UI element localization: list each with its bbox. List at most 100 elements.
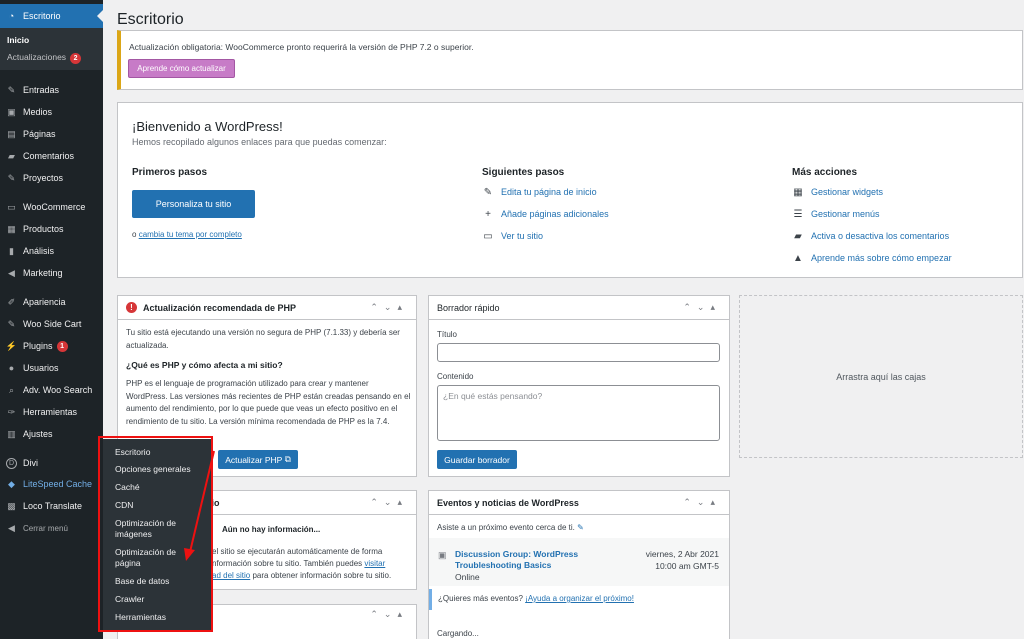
comments-off-icon: ▰: [794, 230, 802, 242]
draft-title-input[interactable]: [437, 343, 720, 362]
sidebar-item-escritorio[interactable]: ◔ Escritorio: [0, 4, 103, 28]
flyout-item-optimizacion-pagina[interactable]: Optimización de página: [115, 547, 185, 569]
visit-link[interactable]: visitar: [364, 559, 385, 568]
events-title: Eventos y noticias de WordPress: [437, 497, 579, 508]
sidebar-item-ajustes[interactable]: ▥ Ajustes: [0, 424, 103, 444]
link-label: Gestionar widgets: [811, 187, 884, 197]
sidebar-item-woocommerce[interactable]: ▭ WooCommerce: [0, 197, 103, 217]
sidebar-item-entradas[interactable]: ✎ Entradas: [0, 80, 103, 100]
flyout-item-opciones-generales[interactable]: Opciones generales: [115, 464, 207, 475]
diamond-icon: ◆: [8, 478, 15, 489]
sidebar-item-adv-woo-search[interactable]: ⌕ Adv. Woo Search: [0, 380, 103, 400]
welcome-title: ¡Bienvenido a WordPress!: [132, 119, 283, 134]
manage-menus-link[interactable]: ☰ Gestionar menús: [792, 208, 880, 220]
quick-draft-box: Borrador rápido ⌃⌄▴ Título Contenido ¿En…: [428, 295, 730, 477]
learn-update-button[interactable]: Aprende cómo actualizar: [128, 59, 235, 78]
sidebar-item-analisis[interactable]: ▮ Análisis: [0, 241, 103, 261]
health-text-2-span: nformación sobre tu sitio. También puede…: [212, 559, 363, 568]
edit-front-page-link[interactable]: ✎ Edita tu página de inicio: [482, 186, 597, 198]
settings-icon: ▥: [7, 428, 16, 439]
sidebar-item-plugins[interactable]: ⚡ Plugins 1: [0, 336, 103, 356]
sidebar-item-label: Woo Side Cart: [23, 319, 82, 329]
submenu-inicio[interactable]: Inicio: [7, 35, 29, 45]
comments-icon: ▰: [8, 150, 15, 161]
edit-icon: ✎: [483, 186, 493, 198]
update-php-button[interactable]: Actualizar PHP ⧉: [218, 450, 298, 469]
sidebar-item-productos[interactable]: ▦ Productos: [0, 219, 103, 239]
chart-icon: ▮: [9, 245, 14, 256]
flyout-item-base-de-datos[interactable]: Base de datos: [115, 576, 207, 587]
divi-icon: D: [6, 457, 17, 469]
translate-icon: ▩: [7, 500, 16, 511]
box-controls[interactable]: ⌃⌄▴: [370, 609, 408, 620]
brush-icon: ✐: [7, 296, 16, 307]
sidebar-item-herramientas[interactable]: ✑ Herramientas: [0, 402, 103, 422]
box-controls[interactable]: ⌃⌄▴: [370, 497, 408, 508]
change-theme-link[interactable]: cambia tu tema por completo: [139, 230, 242, 239]
flyout-item-escritorio[interactable]: Escritorio: [115, 447, 207, 458]
pin-icon: ✎: [7, 172, 16, 183]
admin-sidebar: ◔ Escritorio Inicio Actualizaciones 2 ✎ En…: [0, 0, 103, 639]
sidebar-item-label: Adv. Woo Search: [23, 385, 93, 395]
no-info-text: Aún no hay información...: [222, 525, 321, 534]
event-title-link[interactable]: Discussion Group: WordPress Troubleshoot…: [455, 549, 585, 571]
pencil-icon[interactable]: ✎: [577, 523, 584, 532]
sidebar-item-label: Divi: [23, 458, 38, 468]
add-pages-link[interactable]: + Añade páginas adicionales: [482, 208, 609, 220]
external-link-icon: ⧉: [284, 454, 291, 464]
widgets-icon: ▦: [793, 186, 803, 198]
sidebar-item-litespeed-cache[interactable]: ◆ LiteSpeed Cache: [0, 474, 103, 494]
plugins-count-badge: 1: [56, 340, 68, 352]
media-icon: ▣: [7, 106, 16, 117]
submenu-actualizaciones[interactable]: Actualizaciones 2: [7, 52, 82, 64]
flyout-item-cdn[interactable]: CDN: [115, 500, 207, 511]
sidebar-item-label: Productos: [23, 224, 64, 234]
event-date: viernes, 2 Abr 2021: [645, 549, 719, 559]
drop-zone[interactable]: Arrastra aquí las cajas: [739, 295, 1023, 458]
php-explanation: PHP es el lenguaje de programación utili…: [126, 379, 411, 426]
flyout-item-cache[interactable]: Caché: [115, 482, 207, 493]
pin-icon: ✎: [7, 84, 16, 95]
flyout-item-herramientas[interactable]: Herramientas: [115, 612, 207, 623]
site-health-link[interactable]: ad del sitio: [212, 571, 250, 580]
flyout-item-optimizacion-imagenes[interactable]: Optimización de imágenes: [115, 518, 185, 540]
draft-content-textarea[interactable]: ¿En qué estás pensando?: [437, 385, 720, 441]
php-question: ¿Qué es PHP y cómo afecta a mi sitio?: [126, 360, 283, 370]
products-icon: ▦: [7, 223, 16, 234]
link-label: Gestionar menús: [811, 209, 880, 219]
sidebar-item-apariencia[interactable]: ✐ Apariencia: [0, 292, 103, 312]
sidebar-item-woo-side-cart[interactable]: ✎ Woo Side Cart: [0, 314, 103, 334]
toggle-comments-link[interactable]: ▰ Activa o desactiva los comentarios: [792, 230, 949, 242]
sidebar-item-label: Medios: [23, 107, 53, 117]
notice-text: Actualización obligatoria: WooCommerce p…: [129, 42, 474, 52]
sidebar-item-medios[interactable]: ▣ Medios: [0, 102, 103, 122]
wrench-icon: ✑: [7, 406, 16, 417]
manage-widgets-link[interactable]: ▦ Gestionar widgets: [792, 186, 883, 198]
box-controls[interactable]: ⌃⌄▴: [370, 302, 408, 313]
sidebar-item-paginas[interactable]: ▤ Páginas: [0, 124, 103, 144]
sidebar-item-loco-translate[interactable]: ▩ Loco Translate: [0, 496, 103, 516]
sidebar-item-divi[interactable]: D Divi: [0, 453, 103, 473]
collapse-menu-button[interactable]: ◀ Cerrar menú: [0, 518, 103, 538]
save-draft-button[interactable]: Guardar borrador: [437, 450, 517, 469]
sidebar-item-comentarios[interactable]: ▰ Comentarios: [0, 146, 103, 166]
learn-more-link[interactable]: ▲ Aprende más sobre cómo empezar: [792, 252, 952, 264]
sidebar-item-proyectos[interactable]: ✎ Proyectos: [0, 168, 103, 188]
box-controls[interactable]: ⌃⌄▴: [683, 302, 721, 313]
flyout-item-crawler[interactable]: Crawler: [115, 594, 207, 605]
customize-site-button[interactable]: Personaliza tu sitio: [132, 190, 255, 218]
view-site-link[interactable]: ▭ Ver tu sitio: [482, 230, 543, 242]
sidebar-item-label: WooCommerce: [23, 202, 86, 212]
box-controls[interactable]: ⌃⌄▴: [683, 497, 721, 508]
php-box-text: Tu sitio está ejecutando una versión no …: [126, 328, 400, 350]
sidebar-item-usuarios[interactable]: ● Usuarios: [0, 358, 103, 378]
sidebar-item-label: Cerrar menú: [23, 523, 68, 533]
organize-link[interactable]: ¡Ayuda a organizar el próximo!: [525, 594, 634, 603]
attend-span: Asiste a un próximo evento cerca de ti.: [437, 523, 575, 532]
sidebar-item-marketing[interactable]: ◀ Marketing: [0, 263, 103, 283]
sidebar-item-label: Entradas: [23, 85, 60, 95]
health-text-3: ad del sitio para obtener información so…: [212, 570, 391, 583]
sidebar-item-label: Análisis: [23, 246, 55, 256]
user-icon: ●: [8, 363, 15, 373]
event-icon: ▣: [438, 550, 447, 560]
